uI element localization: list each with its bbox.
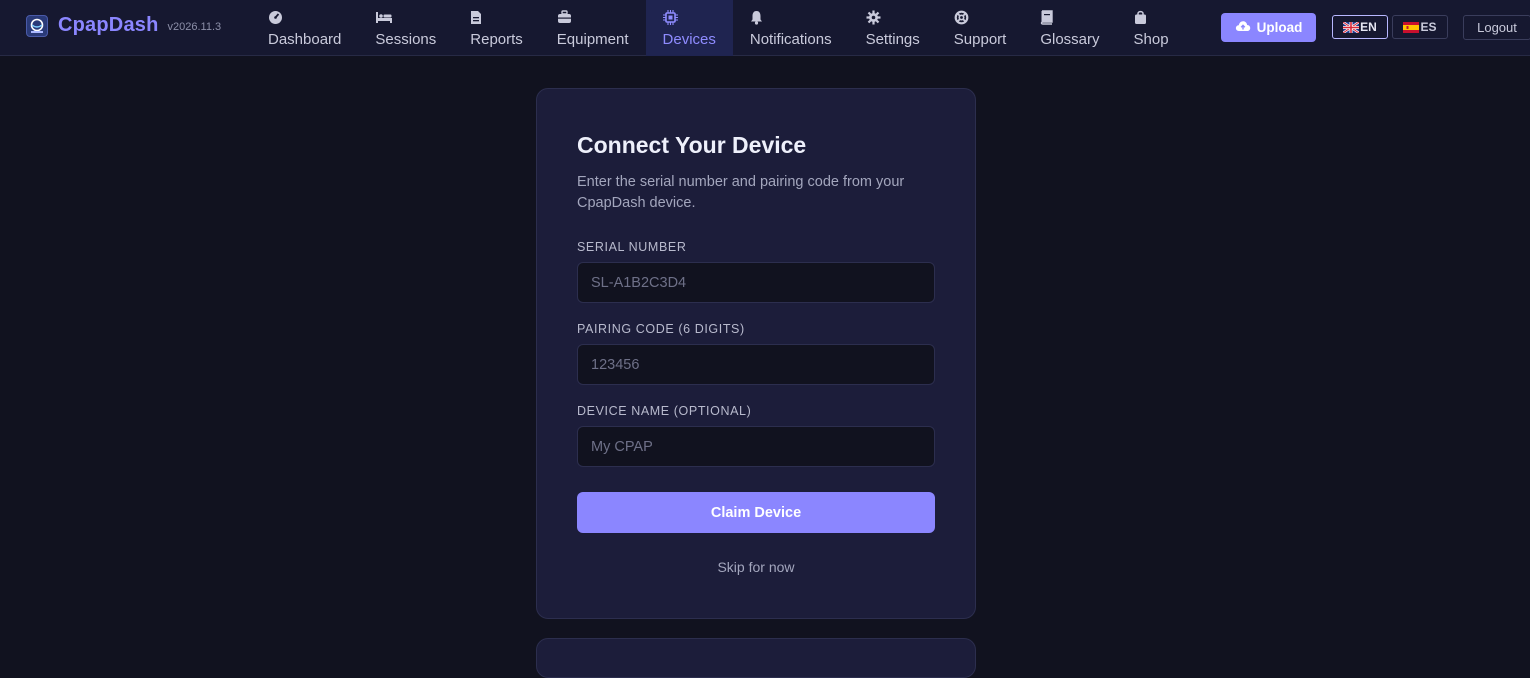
logout-button[interactable]: Logout [1463,15,1530,40]
nav-item-support[interactable]: Support [937,0,1024,56]
pairing-code-input[interactable] [577,344,935,385]
lifebuoy-icon [954,10,970,25]
nav-label: Equipment [556,31,629,48]
nav-item-settings[interactable]: Settings [849,0,937,56]
serial-number-input[interactable] [577,262,935,303]
uk-flag-icon [1342,20,1360,34]
nav-label: Reports [470,31,523,48]
nav-item-sessions[interactable]: Sessions [358,0,453,56]
shopping-bag-icon [1134,10,1150,24]
bell-icon [750,10,766,25]
chip-icon [662,10,679,25]
language-es-button[interactable]: ES [1392,15,1448,39]
toolbox-icon [557,10,573,24]
gear-icon [866,10,882,25]
nav-label: Notifications [749,31,832,48]
language-en-button[interactable]: EN [1332,15,1388,39]
nav-item-dashboard[interactable]: Dashboard [251,0,358,56]
nav-label: Dashboard [268,31,342,48]
upload-button[interactable]: Upload [1221,13,1316,42]
nav-label: Shop [1133,31,1169,48]
skip-for-now-link[interactable]: Skip for now [537,559,975,575]
upload-label: Upload [1256,20,1303,35]
nav-label: Devices [662,31,716,48]
nav-label: Support [953,31,1007,48]
nav-item-reports[interactable]: Reports [453,0,540,56]
top-navigation-bar: CpapDash v2026.11.3 Dashboard Sessions R… [0,0,1530,56]
pairing-code-label: PAIRING CODE (6 DIGITS) [577,322,745,336]
nav-label: Glossary [1040,31,1100,48]
connect-device-card: Connect Your Device Enter the serial num… [536,88,976,619]
nav-item-shop[interactable]: Shop [1117,0,1186,56]
page-title: Connect Your Device [577,132,807,158]
device-name-input[interactable] [577,426,935,467]
nav-item-notifications[interactable]: Notifications [733,0,849,56]
brand-name: CpapDash [58,14,159,36]
card-description: Enter the serial number and pairing code… [577,174,905,211]
document-icon [470,10,486,24]
cpapdash-logo-icon [26,14,48,37]
app-version: v2026.11.3 [167,20,222,33]
gauge-icon [268,10,284,24]
nav-label: Settings [865,31,920,48]
device-name-label: DEVICE NAME (OPTIONAL) [577,404,752,418]
language-es-label: ES [1420,20,1437,34]
book-icon [1040,10,1056,25]
language-en-label: EN [1360,20,1377,34]
serial-number-label: SERIAL NUMBER [577,240,687,254]
secondary-card [536,638,976,678]
nav-item-glossary[interactable]: Glossary [1023,0,1116,56]
nav-label: Sessions [375,31,437,48]
cloud-upload-icon [1235,20,1257,35]
brand[interactable]: CpapDash v2026.11.3 [26,14,221,37]
nav-item-equipment[interactable]: Equipment [540,0,646,56]
bed-icon [375,10,393,24]
nav-item-devices[interactable]: Devices [645,0,733,56]
claim-device-button[interactable]: Claim Device [577,492,935,533]
main-nav: Dashboard Sessions Reports Equipment Dev… [251,0,1186,56]
spain-flag-icon [1403,21,1420,33]
